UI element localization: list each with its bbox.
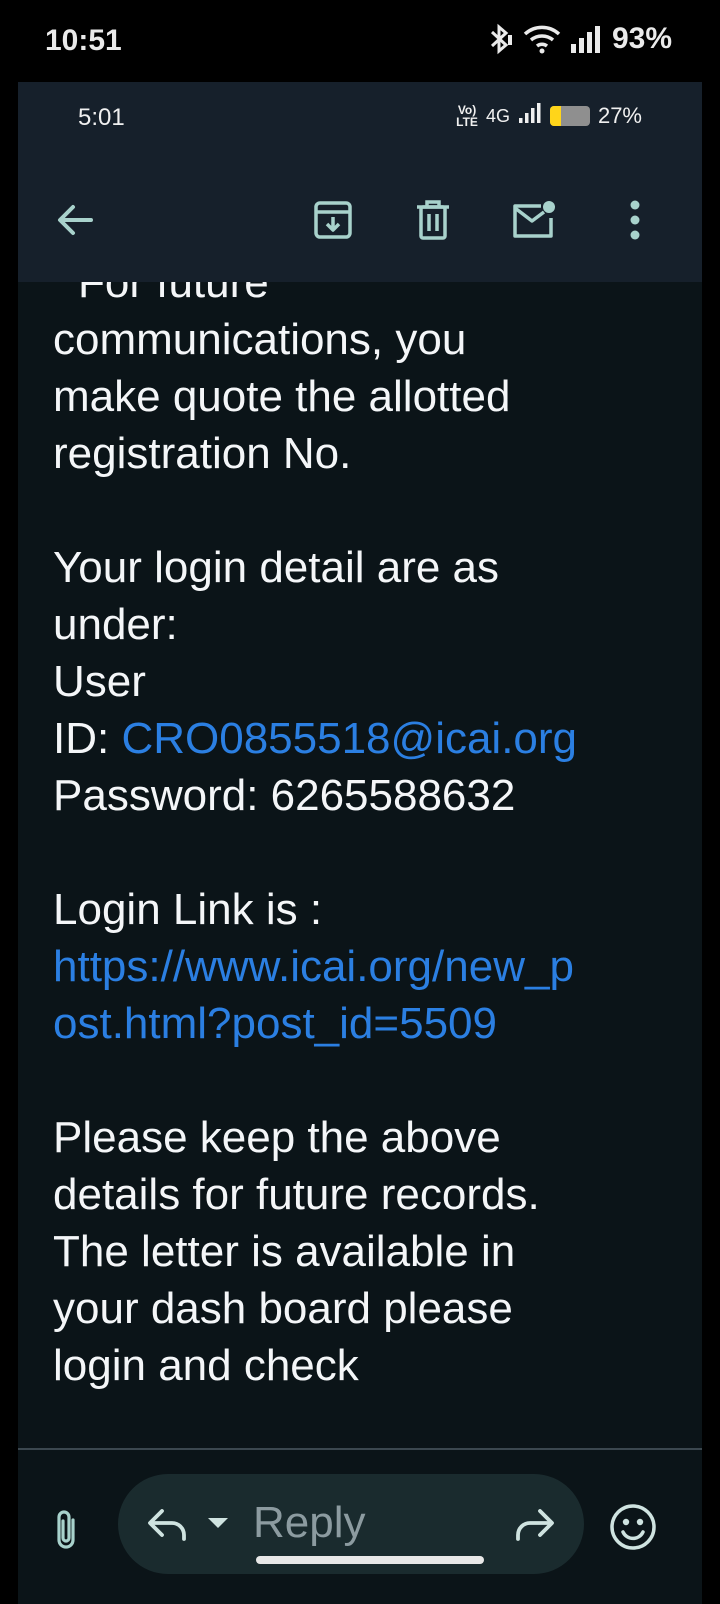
body-line: Please keep the above (53, 1113, 501, 1162)
body-line: The letter is available in (53, 1227, 516, 1276)
forward-icon[interactable] (512, 1504, 556, 1549)
body-line: under: (53, 600, 178, 649)
user-label: User (53, 657, 146, 706)
bluetooth-icon (486, 23, 514, 55)
id-label: ID: (53, 714, 122, 763)
reply-label: Reply (253, 1498, 366, 1547)
body-line: make quote the allotted (53, 372, 511, 421)
mark-unread-button[interactable] (504, 192, 564, 252)
login-url-link[interactable]: https://www.icai.org/new_p (53, 938, 663, 995)
email-body: For future communications, you make quot… (18, 282, 702, 1448)
wifi-icon (522, 23, 562, 55)
back-arrow-icon (55, 202, 95, 243)
user-id-line: ID: CRO0855518@icai.org (53, 710, 663, 767)
attachment-icon (51, 1508, 81, 1557)
body-line: Your login detail are as (53, 543, 500, 592)
archive-icon (312, 199, 354, 246)
login-link-label: Login Link is : (53, 885, 323, 934)
email-toolbar (18, 162, 702, 282)
body-line: login and check (53, 1341, 359, 1390)
inner-battery-icon (549, 106, 590, 126)
body-line: details for future records. (53, 1170, 540, 1219)
body-line: communications, you (53, 315, 467, 364)
body-line: your dash board please (53, 1284, 513, 1333)
network-type: 4G (485, 105, 510, 126)
signal-icon (570, 24, 604, 54)
reply-bar: Reply (18, 1450, 702, 1604)
volte-icon: Vo) LTE (456, 103, 478, 129)
outer-clock: 10:51 (45, 24, 122, 57)
reply-icon[interactable] (146, 1504, 190, 1549)
home-indicator[interactable] (256, 1556, 484, 1564)
inner-signal-icon (518, 102, 542, 130)
delete-button[interactable] (403, 192, 463, 252)
back-button[interactable] (45, 192, 105, 252)
password-line: Password: 6265588632 (53, 771, 516, 820)
inner-clock: 5:01 (78, 104, 125, 131)
user-id-email-link[interactable]: CRO0855518@icai.org (121, 714, 577, 763)
inner-battery-label: 27% (597, 103, 642, 128)
outer-status-icons: 93% (486, 22, 672, 56)
delete-icon (414, 199, 452, 246)
emoji-icon (608, 1504, 658, 1556)
login-url-link[interactable]: ost.html?post_id=5509 (53, 995, 663, 1052)
outer-status-bar: 10:51 93% (0, 0, 720, 82)
archive-button[interactable] (303, 192, 363, 252)
body-line: For future (78, 282, 269, 307)
attach-button[interactable] (46, 1502, 86, 1562)
reply-options-caret-icon[interactable] (208, 1518, 228, 1528)
email-screenshot-frame: 5:01 Vo) LTE 4G 27% For future communica… (18, 82, 702, 1604)
mark-unread-icon (511, 200, 557, 245)
outer-battery-label: 93% (611, 22, 672, 55)
more-options-button[interactable] (605, 192, 665, 252)
battery-level-fill (549, 106, 561, 126)
more-vert-icon (629, 200, 641, 245)
inner-status-icons: Vo) LTE 4G 27% (456, 102, 642, 130)
emoji-button[interactable] (608, 1502, 658, 1552)
email-body-text: For future communications, you make quot… (53, 282, 663, 1394)
inner-status-bar: 5:01 Vo) LTE 4G 27% (18, 82, 702, 162)
body-line: registration No. (53, 429, 352, 478)
